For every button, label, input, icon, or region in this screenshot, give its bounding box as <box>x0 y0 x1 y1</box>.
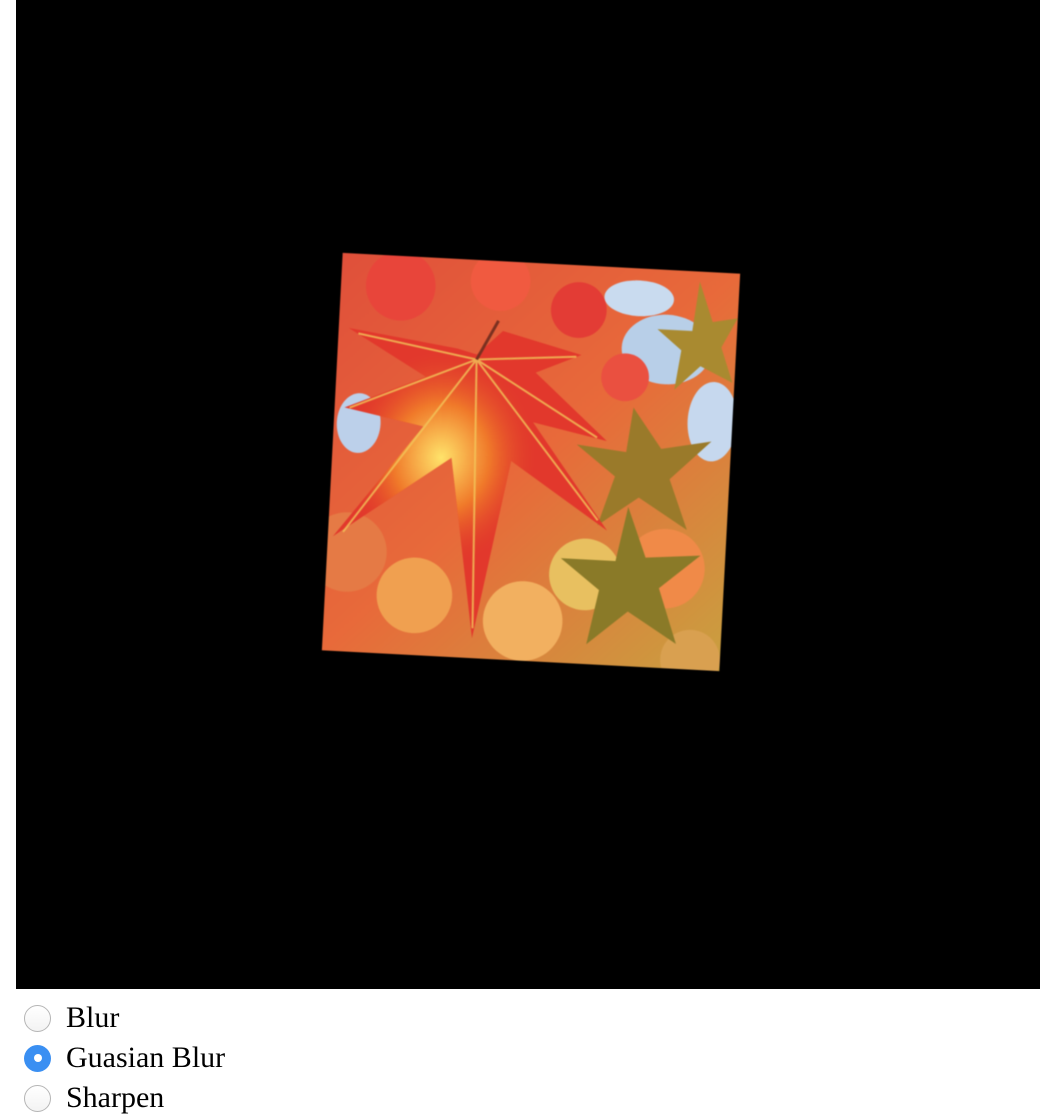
radio-blur[interactable] <box>24 1004 51 1032</box>
option-gaussian-blur[interactable]: Guasian Blur <box>24 1038 225 1078</box>
radio-sharpen[interactable] <box>24 1084 51 1112</box>
autumn-leaves-image <box>321 252 741 672</box>
render-canvas <box>16 0 1040 989</box>
option-label-sharpen: Sharpen <box>66 1081 165 1114</box>
option-label-gaussian-blur: Guasian Blur <box>66 1041 226 1074</box>
option-blur[interactable]: Blur <box>24 998 225 1038</box>
filter-radio-group: Blur Guasian Blur Sharpen <box>24 998 225 1118</box>
radio-gaussian-blur[interactable] <box>24 1044 51 1072</box>
option-label-blur: Blur <box>66 1001 120 1034</box>
option-sharpen[interactable]: Sharpen <box>24 1078 225 1118</box>
